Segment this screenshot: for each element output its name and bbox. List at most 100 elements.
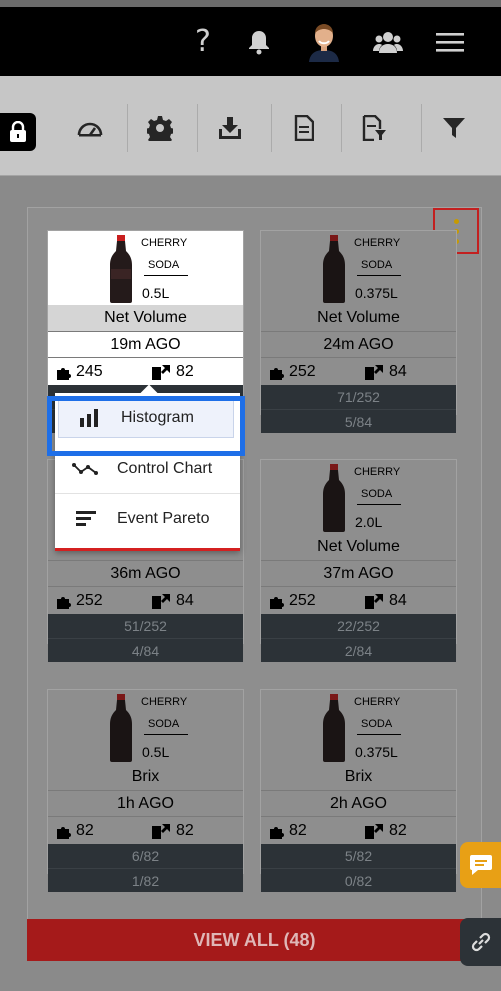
count-a: 252 <box>56 587 103 615</box>
count-b-value: 84 <box>389 592 407 609</box>
app-header: ? <box>0 7 501 76</box>
count-b: 82 <box>365 817 407 845</box>
count-b: 84 <box>152 587 194 615</box>
count-b: 82 <box>152 358 194 386</box>
brand-underline <box>357 275 401 276</box>
soda-bottle-icon <box>323 235 345 303</box>
ratio-primary: 51/252 <box>48 614 243 638</box>
product-size: 0.375L <box>355 285 398 301</box>
count-a: 252 <box>269 358 316 386</box>
brand-line-2: SODA <box>148 259 180 271</box>
brand-line-1: CHERRY <box>141 696 188 708</box>
ratio-primary: 6/82 <box>48 844 243 868</box>
soda-bottle-icon <box>110 235 132 303</box>
transfer-icon <box>365 365 383 380</box>
chat-icon[interactable] <box>460 842 501 888</box>
download-icon[interactable] <box>197 104 261 152</box>
metric-card[interactable]: CHERRY SODA 2.0L Net Volume 37m AGO 252 … <box>260 459 457 662</box>
menu-icon[interactable] <box>430 7 470 76</box>
metric-card[interactable]: CHERRY SODA 0.5L Brix 1h AGO 82 82 6/82 … <box>47 689 244 892</box>
brand-line-1: CHERRY <box>354 696 401 708</box>
puzzle-icon <box>57 597 71 609</box>
puzzle-icon <box>57 368 71 380</box>
brand-line-1: CHERRY <box>354 466 401 478</box>
card-image-area: CHERRY SODA 2.0L <box>261 460 456 534</box>
time-ago: 36m AGO <box>48 560 243 586</box>
help-icon[interactable]: ? <box>188 7 218 76</box>
export-icon[interactable] <box>341 104 405 152</box>
count-b-value: 82 <box>176 363 194 380</box>
ratio-secondary: 0/82 <box>261 868 456 892</box>
counts-row: 252 84 <box>48 586 243 614</box>
soda-bottle-icon <box>110 694 132 762</box>
count-a: 82 <box>269 817 307 845</box>
brand-underline <box>144 734 188 735</box>
brand-underline <box>357 504 401 505</box>
avatar[interactable] <box>304 7 344 76</box>
count-b: 82 <box>152 817 194 845</box>
puzzle-icon <box>270 827 284 839</box>
metric-card[interactable]: CHERRY SODA 0.375L Brix 2h AGO 82 82 5/8… <box>260 689 457 892</box>
menu-item-label: Event Pareto <box>117 510 210 527</box>
product-size: 2.0L <box>355 514 383 530</box>
transfer-icon <box>152 594 170 609</box>
count-a-value: 252 <box>76 592 103 609</box>
speedometer-icon[interactable] <box>58 104 122 152</box>
card-image-area: CHERRY SODA 0.5L <box>48 231 243 305</box>
product-size: 0.375L <box>355 744 398 760</box>
counts-row: 252 84 <box>261 586 456 614</box>
histogram-highlight-frame <box>47 396 245 456</box>
brand-line-1: CHERRY <box>141 237 188 249</box>
product-size: 0.5L <box>142 744 170 760</box>
count-b: 84 <box>365 358 407 386</box>
document-icon[interactable] <box>271 104 335 152</box>
bell-icon[interactable] <box>242 7 276 76</box>
menu-item-event-pareto[interactable]: Event Pareto <box>55 494 240 544</box>
card-image-area: CHERRY SODA 0.5L <box>48 690 243 764</box>
brand-line-2: SODA <box>148 718 180 730</box>
count-a-value: 252 <box>289 592 316 609</box>
product-size: 0.5L <box>142 285 170 301</box>
ratio-primary: 5/82 <box>261 844 456 868</box>
transfer-icon <box>152 824 170 839</box>
counts-row: 245 82 <box>48 357 243 385</box>
counts-row: 82 82 <box>48 816 243 844</box>
ratio-secondary: 2/84 <box>261 638 456 662</box>
ratio-primary: 71/252 <box>261 385 456 409</box>
soda-bottle-icon <box>323 694 345 762</box>
lock-icon[interactable] <box>0 113 36 151</box>
metric-card[interactable]: CHERRY SODA 0.375L Net Volume 24m AGO 25… <box>260 230 457 433</box>
count-a: 252 <box>269 587 316 615</box>
count-a: 245 <box>56 358 103 386</box>
ratio-primary: 22/252 <box>261 614 456 638</box>
puzzle-icon <box>57 827 71 839</box>
puzzle-icon <box>270 368 284 380</box>
view-all-button[interactable]: VIEW ALL (48) <box>27 919 482 961</box>
count-a: 82 <box>56 817 94 845</box>
users-icon[interactable] <box>368 7 408 76</box>
counts-row: 252 84 <box>261 357 456 385</box>
transfer-icon <box>365 824 383 839</box>
metric-name: Net Volume <box>261 305 456 331</box>
card-image-area: CHERRY SODA 0.375L <box>261 231 456 305</box>
ratio-secondary: 4/84 <box>48 638 243 662</box>
ratio-secondary: 5/84 <box>261 409 456 433</box>
metric-name: Brix <box>48 764 243 790</box>
gear-icon[interactable] <box>127 104 191 152</box>
count-b-value: 82 <box>389 822 407 839</box>
metric-name: Brix <box>261 764 456 790</box>
filter-icon[interactable] <box>421 104 485 152</box>
card-image-area: CHERRY SODA 0.375L <box>261 690 456 764</box>
time-ago: 19m AGO <box>48 331 243 357</box>
transfer-icon <box>365 594 383 609</box>
time-ago: 2h AGO <box>261 790 456 816</box>
brand-line-2: SODA <box>361 718 393 730</box>
link-icon[interactable] <box>460 918 501 966</box>
top-strip <box>0 0 501 7</box>
count-a-value: 252 <box>289 363 316 380</box>
metric-name: Net Volume <box>48 305 243 331</box>
brand-underline <box>144 275 188 276</box>
count-b-value: 84 <box>176 592 194 609</box>
count-b-value: 82 <box>176 822 194 839</box>
brand-line-1: CHERRY <box>354 237 401 249</box>
